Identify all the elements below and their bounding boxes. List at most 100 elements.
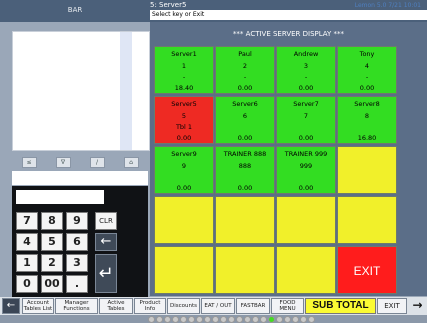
- empty-tile[interactable]: [215, 196, 275, 244]
- page-dot[interactable]: [188, 316, 195, 323]
- server-name: Server9: [171, 150, 197, 158]
- page-dot[interactable]: [180, 316, 187, 323]
- server-tables: -: [304, 73, 308, 81]
- manager-functions-button[interactable]: Manager Functions: [55, 298, 98, 314]
- food-menu-button[interactable]: FOOD MENU: [271, 298, 304, 314]
- server-name: Tony: [359, 50, 375, 58]
- key-0[interactable]: 0: [16, 275, 38, 293]
- server-name: Andrew: [293, 50, 319, 58]
- server-tables: -: [243, 73, 247, 81]
- server-amount: 0.00: [359, 84, 375, 92]
- key-3[interactable]: 3: [66, 254, 88, 272]
- empty-tile[interactable]: [337, 196, 397, 244]
- server-name: TRAINER 888: [223, 150, 267, 158]
- server-number: 3: [303, 62, 309, 70]
- sub-total-button[interactable]: SUB TOTAL: [305, 298, 376, 314]
- server-number: 9: [181, 162, 187, 170]
- server-tile[interactable]: TRAINER 888 888 0.00: [215, 146, 275, 194]
- server-tile[interactable]: TRAINER 999 999 0.00: [276, 146, 336, 194]
- page-dot[interactable]: [228, 316, 235, 323]
- page-dot[interactable]: [156, 316, 163, 323]
- server-tile[interactable]: Server1 1 - 18.40: [154, 46, 214, 94]
- server-number: 7: [303, 112, 309, 120]
- page-dots: [148, 316, 315, 323]
- page-dot-active[interactable]: [268, 316, 275, 323]
- key-00[interactable]: 00: [41, 275, 63, 293]
- server-tile[interactable]: Server8 8 16.80: [337, 96, 397, 144]
- server-name: Server5: [171, 100, 197, 108]
- discounts-button[interactable]: Discounts: [167, 298, 200, 314]
- exit-button[interactable]: EXIT: [377, 298, 407, 314]
- right-arrow-icon[interactable]: →: [408, 298, 427, 314]
- server-number: 888: [238, 162, 252, 170]
- key-1[interactable]: 1: [16, 254, 38, 272]
- server-tile[interactable]: Andrew 3 - 0.00: [276, 46, 336, 94]
- server-name: Server7: [293, 100, 319, 108]
- key-9[interactable]: 9: [66, 212, 88, 230]
- keypad: 7 8 9 CLR 4 5 6 ← 1 2 3 0 00 . ↵: [12, 186, 148, 299]
- server-tile[interactable]: Server6 6 0.00: [215, 96, 275, 144]
- server-tables: -: [365, 73, 369, 81]
- server-name: Server1: [171, 50, 197, 58]
- server-amount: 0.00: [237, 184, 253, 192]
- page-dot[interactable]: [292, 316, 299, 323]
- server-tile[interactable]: Server7 7 0.00: [276, 96, 336, 144]
- product-info-button[interactable]: Product Info: [134, 298, 166, 314]
- clear-button[interactable]: CLR: [95, 212, 117, 230]
- key-2[interactable]: 2: [41, 254, 63, 272]
- page-dot[interactable]: [196, 316, 203, 323]
- empty-tile[interactable]: [276, 246, 336, 294]
- server-amount: 0.00: [237, 134, 253, 142]
- server-amount: 0.00: [176, 134, 192, 142]
- server-tile[interactable]: Tony 4 - 0.00: [337, 46, 397, 94]
- empty-tile[interactable]: [337, 146, 397, 194]
- server-number: 999: [299, 162, 313, 170]
- key-7[interactable]: 7: [16, 212, 38, 230]
- empty-tile[interactable]: [276, 196, 336, 244]
- backspace-button[interactable]: ←: [95, 233, 117, 251]
- key-8[interactable]: 8: [41, 212, 63, 230]
- key-decimal[interactable]: .: [66, 275, 88, 293]
- panel-title: *** ACTIVE SERVER DISPLAY ***: [232, 30, 345, 38]
- key-6[interactable]: 6: [66, 233, 88, 251]
- server-tile[interactable]: Server9 9 0.00: [154, 146, 214, 194]
- exit-tile-button[interactable]: EXIT: [337, 246, 397, 294]
- server-tile-selected[interactable]: Server5 5 Tbl 1 0.00: [154, 96, 214, 144]
- page-dot[interactable]: [236, 316, 243, 323]
- fastbar-button[interactable]: FASTBAR: [236, 298, 270, 314]
- page-dot[interactable]: [244, 316, 251, 323]
- key-5[interactable]: 5: [41, 233, 63, 251]
- page-dot[interactable]: [220, 316, 227, 323]
- server-amount: 0.00: [298, 84, 314, 92]
- first-page-button[interactable]: ≤: [21, 156, 37, 168]
- active-tables-button[interactable]: Active Tables: [99, 298, 133, 314]
- server-amount: 0.00: [298, 134, 314, 142]
- page-dot[interactable]: [204, 316, 211, 323]
- account-tables-list-button[interactable]: Account Tables List: [22, 298, 54, 314]
- server-number: 1: [181, 62, 187, 70]
- page-dot[interactable]: [212, 316, 219, 323]
- empty-tile[interactable]: [154, 246, 214, 294]
- page-dot[interactable]: [308, 316, 315, 323]
- enter-button[interactable]: ↵: [95, 254, 117, 293]
- server-name: TRAINER 999: [284, 150, 328, 158]
- home-button[interactable]: ⌂: [123, 156, 139, 168]
- server-amount: 0.00: [176, 184, 192, 192]
- left-arrow-icon[interactable]: ←: [2, 298, 20, 314]
- page-dot[interactable]: [172, 316, 179, 323]
- down-button[interactable]: ∇: [55, 156, 71, 168]
- empty-tile[interactable]: [154, 196, 214, 244]
- server-tile[interactable]: Paul 2 - 0.00: [215, 46, 275, 94]
- empty-tile[interactable]: [215, 246, 275, 294]
- page-dot[interactable]: [148, 316, 155, 323]
- page-dot[interactable]: [276, 316, 283, 323]
- edit-button[interactable]: /: [89, 156, 105, 168]
- eat-out-button[interactable]: EAT / OUT: [201, 298, 235, 314]
- bar-list[interactable]: [12, 31, 150, 151]
- key-4[interactable]: 4: [16, 233, 38, 251]
- page-dot[interactable]: [164, 316, 171, 323]
- page-dot[interactable]: [260, 316, 267, 323]
- page-dot[interactable]: [284, 316, 291, 323]
- page-dot[interactable]: [252, 316, 259, 323]
- page-dot[interactable]: [300, 316, 307, 323]
